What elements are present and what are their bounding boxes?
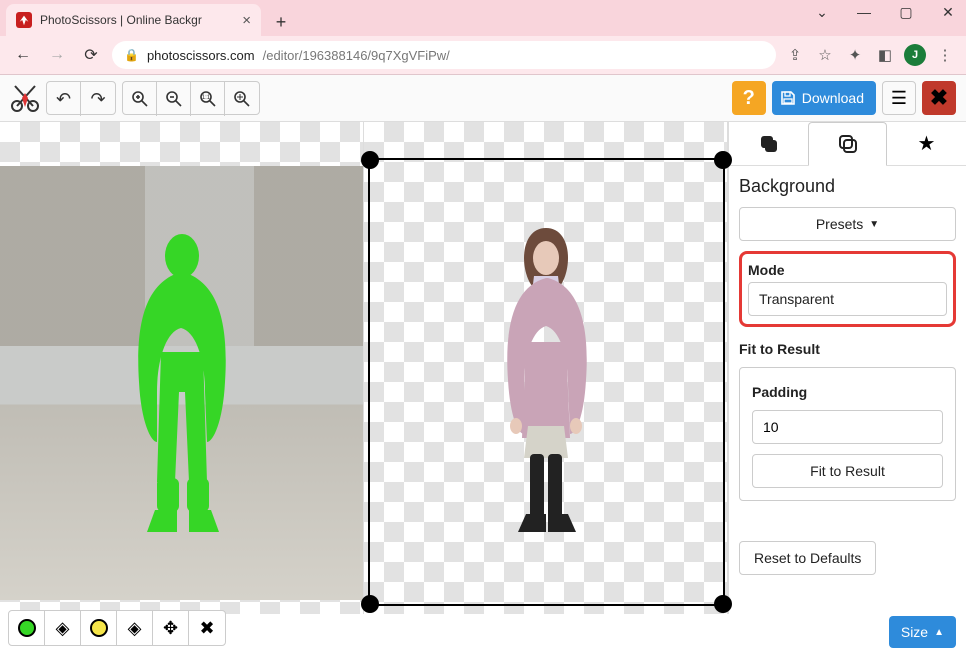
bookmark-star-icon[interactable]: ☆: [814, 44, 836, 66]
erase-background-marker[interactable]: ◈: [117, 611, 153, 645]
eraser-icon: ◈: [128, 618, 142, 639]
foreground-tab-icon: [758, 133, 780, 155]
panel-body: Background Presets ▼ Mode Transparent Fi…: [729, 166, 966, 585]
forward-button[interactable]: →: [44, 42, 70, 68]
tab-foreground[interactable]: [729, 122, 808, 165]
padding-label: Padding: [752, 384, 943, 400]
mode-value: Transparent: [759, 291, 834, 307]
hamburger-menu-button[interactable]: ☰: [882, 81, 916, 115]
chevron-down-icon[interactable]: ⌄: [812, 4, 832, 21]
share-icon[interactable]: ⇪: [784, 44, 806, 66]
crop-handle-tl[interactable]: [361, 151, 379, 169]
download-label: Download: [802, 90, 864, 106]
extensions-icon[interactable]: ✦: [844, 44, 866, 66]
zoom-actual-button[interactable]: [225, 82, 259, 116]
tab-favorites[interactable]: ★: [887, 122, 966, 165]
app-logo-icon: [10, 83, 40, 113]
browser-chrome: ⌄ — ▢ ✕ PhotoScissors | Online Backgr × …: [0, 0, 966, 75]
tab-close-icon[interactable]: ×: [242, 12, 251, 29]
yellow-circle-icon: [90, 619, 108, 637]
kebab-menu-icon[interactable]: ⋮: [934, 44, 956, 66]
mode-label: Mode: [748, 262, 947, 278]
reset-defaults-button[interactable]: Reset to Defaults: [739, 541, 876, 575]
presets-dropdown[interactable]: Presets ▼: [739, 207, 956, 241]
url-path: /editor/196388146/9q7XgVFiPw/: [263, 48, 450, 63]
eraser-icon: ◈: [56, 618, 70, 639]
workspace: ★ Background Presets ▼ Mode Transparent …: [0, 122, 966, 614]
fit-to-result-button[interactable]: Fit to Result: [752, 454, 943, 488]
url-host: photoscissors.com: [147, 48, 255, 63]
zoom-in-button[interactable]: [123, 82, 157, 116]
zoom-out-button[interactable]: [157, 82, 191, 116]
tab-background[interactable]: [808, 122, 887, 166]
crop-handle-tr[interactable]: [714, 151, 732, 169]
clear-markers[interactable]: ✖: [189, 611, 225, 645]
zoom-group: 1:1: [122, 81, 260, 115]
caret-down-icon: ▼: [869, 219, 879, 230]
svg-text:1:1: 1:1: [201, 95, 210, 101]
x-icon: ✖: [199, 618, 214, 639]
background-tab-icon: [837, 133, 859, 155]
move-tool[interactable]: ✥: [153, 611, 189, 645]
cutout-preview-icon: [486, 222, 606, 562]
back-button[interactable]: ←: [10, 42, 36, 68]
fit-title: Fit to Result: [739, 341, 956, 357]
url-input[interactable]: 🔒 photoscissors.com/editor/196388146/9q7…: [112, 41, 776, 69]
add-foreground-marker[interactable]: [9, 611, 45, 645]
profile-avatar[interactable]: J: [904, 44, 926, 66]
panel-tabs: ★: [729, 122, 966, 166]
source-canvas[interactable]: [0, 122, 364, 614]
save-icon: [780, 90, 796, 106]
erase-foreground-marker[interactable]: ◈: [45, 611, 81, 645]
maximize-icon[interactable]: ▢: [896, 4, 916, 21]
presets-label: Presets: [816, 216, 863, 232]
address-bar: ← → ⟳ 🔒 photoscissors.com/editor/1963881…: [0, 36, 966, 75]
close-window-icon[interactable]: ✕: [938, 4, 958, 21]
help-button[interactable]: ?: [732, 81, 766, 115]
marker-toolbar: ◈ ◈ ✥ ✖: [8, 610, 226, 646]
padding-group: Padding Fit to Result: [739, 367, 956, 501]
mode-highlight-box: Mode Transparent: [739, 251, 956, 327]
caret-up-icon: ▲: [934, 627, 944, 638]
new-tab-button[interactable]: +: [267, 8, 295, 36]
tab-title: PhotoScissors | Online Backgr: [40, 13, 234, 27]
size-label: Size: [901, 624, 928, 640]
minimize-icon[interactable]: —: [854, 4, 874, 21]
foreground-mask-icon: [117, 232, 247, 562]
crop-handle-br[interactable]: [714, 595, 732, 613]
zoom-fit-button[interactable]: 1:1: [191, 82, 225, 116]
star-icon: ★: [918, 131, 936, 156]
green-circle-icon: [18, 619, 36, 637]
result-canvas[interactable]: [364, 122, 728, 614]
app-toolbar: ↶ ↷ 1:1 ? Download ☰ ✖: [0, 75, 966, 122]
panel-title: Background: [739, 176, 956, 197]
crop-handle-bl[interactable]: [361, 595, 379, 613]
undo-redo-group: ↶ ↷: [46, 81, 116, 115]
add-background-marker[interactable]: [81, 611, 117, 645]
undo-button[interactable]: ↶: [47, 82, 81, 116]
redo-button[interactable]: ↷: [81, 82, 115, 116]
reload-button[interactable]: ⟳: [78, 42, 104, 68]
padding-input[interactable]: [752, 410, 943, 444]
sidepanel-icon[interactable]: ◧: [874, 44, 896, 66]
close-editor-button[interactable]: ✖: [922, 81, 956, 115]
browser-tab[interactable]: PhotoScissors | Online Backgr ×: [6, 4, 261, 36]
window-controls: ⌄ — ▢ ✕: [812, 4, 958, 21]
canvas-area: [0, 122, 728, 614]
mode-select[interactable]: Transparent: [748, 282, 947, 316]
size-button[interactable]: Size ▲: [889, 616, 956, 648]
lock-icon: 🔒: [124, 48, 139, 62]
side-panel: ★ Background Presets ▼ Mode Transparent …: [728, 122, 966, 614]
download-button[interactable]: Download: [772, 81, 876, 115]
favicon-icon: [16, 12, 32, 28]
move-icon: ✥: [163, 618, 178, 639]
